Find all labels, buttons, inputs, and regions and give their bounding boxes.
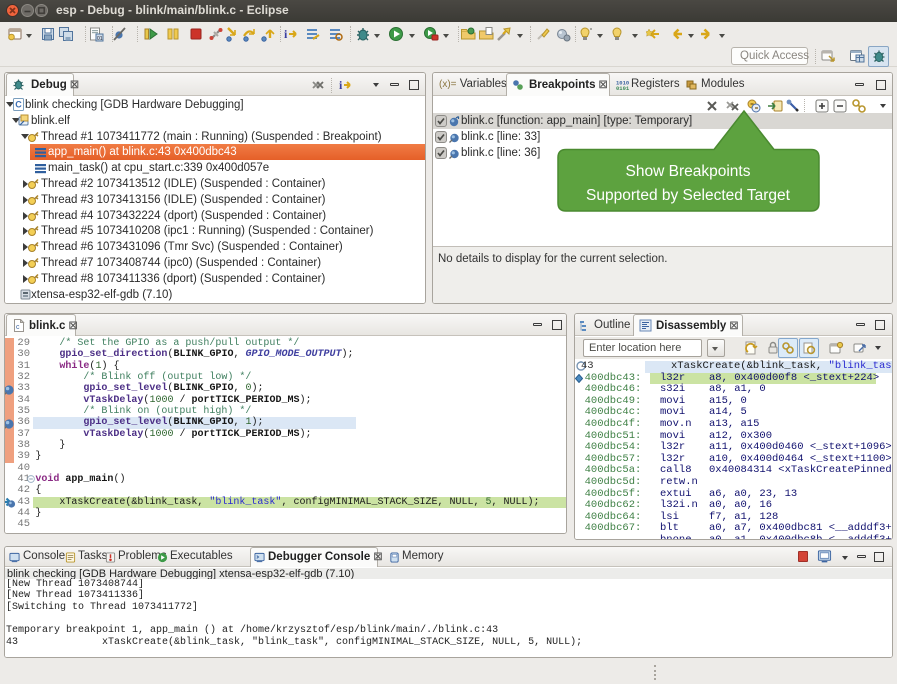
svg-text:Supported by Selected Target: Supported by Selected Target xyxy=(586,187,791,204)
svg-text:i: i xyxy=(284,27,288,41)
svg-text:0101: 0101 xyxy=(616,85,629,91)
svg-text:C: C xyxy=(15,100,22,110)
svg-text:c: c xyxy=(16,324,20,331)
svg-text:i: i xyxy=(339,78,343,92)
svg-text:Show Breakpoints: Show Breakpoints xyxy=(626,163,751,180)
svg-text:01: 01 xyxy=(97,36,103,42)
